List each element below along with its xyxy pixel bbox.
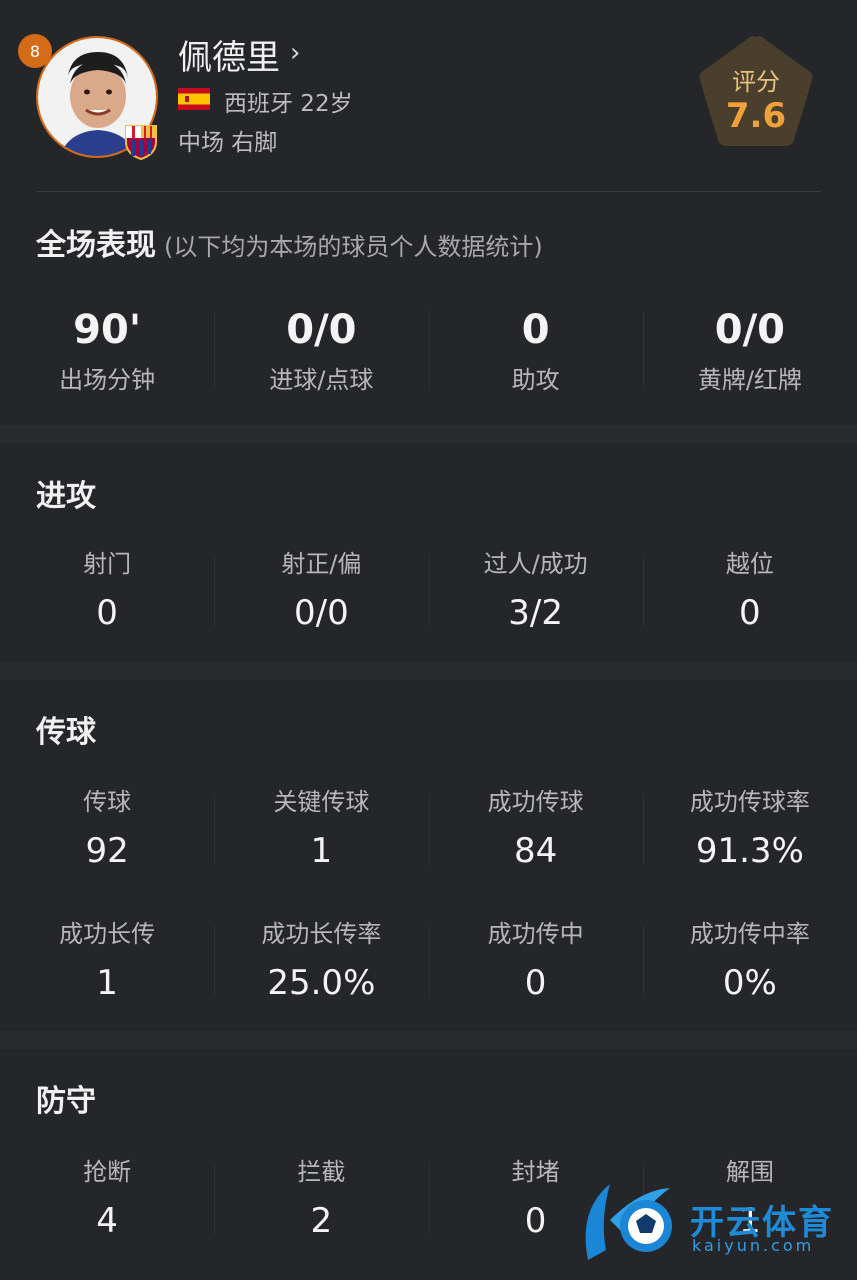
player-avatar-wrap[interactable]: 8 bbox=[18, 34, 158, 161]
defense-title: 防守 bbox=[36, 1084, 96, 1119]
passing-stat-key-passes: 关键传球 1 bbox=[214, 787, 428, 871]
stat-label: 射门 bbox=[83, 550, 132, 578]
stat-label: 成功传球 bbox=[487, 788, 584, 816]
overview-grid: 90' 出场分钟 0/0 进球/点球 0 助攻 0/0 黄牌/红牌 bbox=[0, 305, 857, 395]
defense-stat-tackles: 抢断 4 bbox=[0, 1157, 214, 1241]
chevron-right-icon[interactable]: › bbox=[290, 38, 300, 68]
watermark-url: kaiyun.com bbox=[692, 1236, 815, 1255]
passing-grid-row1: 传球 92 关键传球 1 成功传球 84 成功传球率 91.3% bbox=[0, 787, 857, 871]
stat-value: 1 bbox=[96, 963, 118, 1003]
overview-stat-goals: 0/0 进球/点球 bbox=[214, 305, 428, 395]
stat-value: 0/0 bbox=[294, 593, 349, 633]
stat-value: 90' bbox=[73, 307, 142, 353]
stat-value: 0/0 bbox=[286, 307, 357, 353]
stat-label: 出场分钟 bbox=[59, 366, 156, 394]
stat-label: 关键传球 bbox=[273, 788, 370, 816]
attack-grid: 射门 0 射正/偏 0/0 过人/成功 3/2 越位 0 bbox=[0, 549, 857, 633]
player-nation-age: 西班牙 22岁 bbox=[224, 91, 353, 117]
passing-card: 传球 传球 92 关键传球 1 成功传球 84 成功传球率 91.3% 成功长传… bbox=[0, 680, 857, 1031]
passing-stat-crosses: 成功传中 0 bbox=[428, 919, 643, 1003]
stat-value: 0% bbox=[722, 963, 777, 1003]
stat-value: 0 bbox=[739, 593, 761, 633]
stat-label: 助攻 bbox=[511, 366, 560, 394]
stat-label: 射正/偏 bbox=[281, 550, 362, 578]
stat-label: 成功传中率 bbox=[689, 920, 810, 948]
stat-label: 越位 bbox=[725, 550, 774, 578]
stat-label: 拦截 bbox=[297, 1158, 346, 1186]
attack-stat-offsides: 越位 0 bbox=[642, 549, 857, 633]
overview-title-row: 全场表现 (以下均为本场的球员个人数据统计) bbox=[36, 220, 543, 264]
stat-label: 成功传中 bbox=[487, 920, 584, 948]
passing-stat-long-balls: 成功长传 1 bbox=[0, 919, 214, 1003]
passing-title: 传球 bbox=[36, 715, 96, 750]
spain-flag-icon bbox=[178, 88, 210, 110]
stat-value: 91.3% bbox=[695, 831, 804, 871]
stat-value: 0 bbox=[96, 593, 118, 633]
stat-value: 1 bbox=[310, 831, 333, 871]
overview-stat-assists: 0 助攻 bbox=[428, 305, 643, 395]
player-position-foot: 中场 右脚 bbox=[178, 130, 278, 156]
overview-stat-minutes: 90' 出场分钟 bbox=[0, 305, 214, 395]
defense-stat-interceptions: 拦截 2 bbox=[214, 1157, 428, 1241]
rating-label: 评分 bbox=[732, 68, 780, 96]
stat-label: 过人/成功 bbox=[483, 550, 588, 578]
passing-stat-successful-passes: 成功传球 84 bbox=[428, 787, 643, 871]
attack-stat-dribbles: 过人/成功 3/2 bbox=[428, 549, 643, 633]
stat-label: 成功长传率 bbox=[261, 920, 382, 948]
attack-title: 进攻 bbox=[36, 479, 96, 514]
stat-label: 进球/点球 bbox=[269, 366, 374, 394]
passing-stat-pass-accuracy: 成功传球率 91.3% bbox=[642, 787, 857, 871]
passing-grid-row2: 成功长传 1 成功长传率 25.0% 成功传中 0 成功传中率 0% bbox=[0, 919, 857, 1003]
attack-stat-shots: 射门 0 bbox=[0, 549, 214, 633]
attack-stat-on-off-target: 射正/偏 0/0 bbox=[214, 549, 428, 633]
stat-value: 2 bbox=[310, 1201, 333, 1241]
stat-value: 0 bbox=[524, 963, 547, 1003]
stat-label: 成功长传 bbox=[59, 920, 156, 948]
attack-card: 进攻 射门 0 射正/偏 0/0 过人/成功 3/2 越位 0 bbox=[0, 443, 857, 662]
stat-value: 0 bbox=[521, 307, 550, 353]
passing-stat-passes: 传球 92 bbox=[0, 787, 214, 871]
passing-stat-cross-accuracy: 成功传中率 0% bbox=[642, 919, 857, 1003]
stat-value: 92 bbox=[85, 831, 129, 871]
overview-note: (以下均为本场的球员个人数据统计) bbox=[164, 233, 543, 261]
stat-label: 传球 bbox=[83, 788, 132, 816]
stat-value: 3/2 bbox=[508, 593, 563, 633]
stat-value: 0/0 bbox=[714, 307, 786, 353]
shirt-number-badge: 8 bbox=[18, 34, 52, 68]
player-overview-card: 8 佩德里 › 西班牙 22岁 中场 右脚 评分 7.6 全场表现 (以下均为本… bbox=[0, 0, 857, 425]
stat-label: 抢断 bbox=[83, 1158, 132, 1186]
stat-label: 黄牌/红牌 bbox=[697, 366, 802, 394]
stat-value: 25.0% bbox=[267, 963, 376, 1003]
passing-stat-long-ball-accuracy: 成功长传率 25.0% bbox=[214, 919, 428, 1003]
overview-stat-cards: 0/0 黄牌/红牌 bbox=[642, 305, 857, 395]
rating-value: 7.6 bbox=[725, 96, 787, 136]
stat-value: 4 bbox=[96, 1201, 118, 1241]
header-divider bbox=[36, 191, 821, 192]
club-crest-icon bbox=[124, 122, 158, 161]
overview-title: 全场表现 bbox=[36, 228, 156, 263]
stat-label: 成功传球率 bbox=[689, 788, 810, 816]
player-name[interactable]: 佩德里 bbox=[178, 30, 280, 79]
stat-value: 84 bbox=[513, 831, 558, 871]
